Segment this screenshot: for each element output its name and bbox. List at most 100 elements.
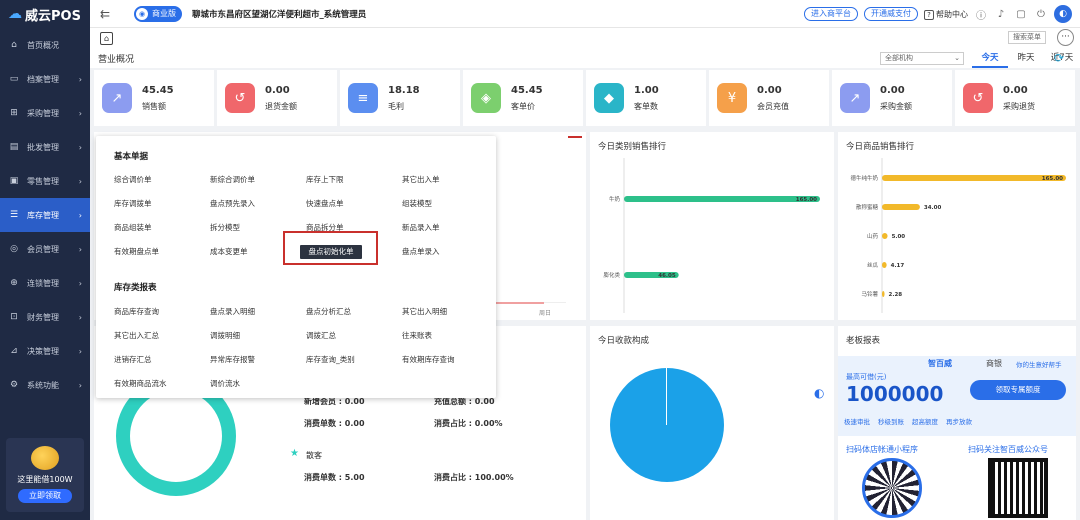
layers-icon: ◆ [594,83,624,113]
submenu-item[interactable]: 有效期盘点单 [114,246,159,257]
home-tab-icon[interactable]: ⌂ [100,31,113,45]
submenu-item[interactable]: 其它出入单 [402,174,440,185]
building-icon: ▤ [9,142,19,152]
sidebar-item-7[interactable]: ⊕ 连锁管理 › [0,266,90,300]
sidebar-item-9[interactable]: ⊿ 决策管理 › [0,334,90,368]
open-pay-button[interactable]: 开通威支付 [864,7,918,21]
qr-label-official: 扫码关注智百威公众号 [968,445,1048,454]
sidebar-item-10[interactable]: ⚙ 系统功能 › [0,368,90,402]
overview-bar: 营业概况 全部机构⌄ 今天昨天近7天本月 ⟳ [90,48,1080,68]
range-tab-1[interactable]: 昨天 [1008,48,1044,68]
submenu-item[interactable]: 其它出入汇总 [114,330,159,341]
loan-promo[interactable]: 这里能借100W 立即领取 [6,438,84,512]
sidebar-item-label: 决策管理 [27,346,59,356]
stat-value: 18.18 [388,84,420,96]
org-select[interactable]: 全部机构 ⌄ [880,52,964,65]
sidebar-item-8[interactable]: ⊡ 财务管理 › [0,300,90,334]
submenu-item[interactable]: 库存上下限 [306,174,344,185]
credit-amount: 1000000 [846,382,944,406]
bar [882,262,887,268]
loan-ad-banner[interactable]: 智百威 商银 你的生意好帮手 最高可借(元) 1000000 领取专属额度 极速… [838,356,1076,436]
submenu-item[interactable]: 进销存汇总 [114,354,152,365]
submenu-item[interactable]: 盘点单录入 [402,246,440,257]
bell-icon[interactable]: ♪ [994,9,1008,20]
submenu-item[interactable]: 其它出入明细 [402,306,447,317]
stat-label: 采购金额 [880,101,912,111]
submenu-item[interactable]: 有效期库存查询 [402,354,455,365]
submenu-item[interactable]: 成本变更单 [210,246,248,257]
sidebar-item-4[interactable]: ▣ 零售管理 › [0,164,90,198]
stat-label: 毛利 [388,101,404,111]
submenu-item[interactable]: 盘点分析汇总 [306,306,351,317]
sidebar-item-6[interactable]: ◎ 会员管理 › [0,232,90,266]
avatar[interactable]: ◐ [1054,5,1072,23]
sidebar-item-2[interactable]: ⊞ 采购管理 › [0,96,90,130]
income-pie [610,368,724,482]
sidebar-item-3[interactable]: ▤ 批发管理 › [0,130,90,164]
submenu-item[interactable]: 库存调拨单 [114,198,152,209]
category-label: 马铃薯 [861,290,878,298]
edition-badge[interactable]: ◉ 商业版 [134,5,182,22]
lock-icon[interactable]: ▢ [1014,9,1028,20]
promo-button[interactable]: 立即领取 [18,489,72,503]
sidebar-item-0[interactable]: ⌂ 首页概况 [0,28,90,62]
sidebar-item-5[interactable]: ☰ 库存管理 › [0,198,90,232]
power-icon[interactable]: ⏻ [1034,9,1048,20]
refresh-icon[interactable]: ⟳ [1054,51,1064,65]
sidebar-item-label: 首页概况 [27,40,59,50]
submenu-item[interactable]: 新综合调价单 [210,174,255,185]
bar [882,175,1066,181]
sidebar-item-1[interactable]: ▭ 档案管理 › [0,62,90,96]
claim-credit-button[interactable]: 领取专属额度 [970,380,1066,400]
submenu-item[interactable]: 组装模型 [402,198,432,209]
submenu-item[interactable]: 商品组装单 [114,222,152,233]
member-consume-ratio: 消费占比 : 0.00% [434,419,503,428]
stat-card: ◈ 45.45 客单价 [463,70,583,126]
inventory-submenu-popup: 基本单据 库存类报表 综合调价单 新综合调价单 库存上下限 其它出入单 库存调拨单 盘点预… [96,136,496,398]
submenu-item[interactable]: 异常库存报警 [210,354,255,365]
search-menu-input[interactable]: 搜索菜单 [1008,31,1046,44]
edition-label: 商业版 [152,9,176,18]
inventory-reports-heading: 库存类报表 [114,283,157,293]
submenu-item[interactable]: 调拨汇总 [306,330,336,341]
submenu-item[interactable]: 调价流水 [210,378,240,389]
data-label: 34.00 [924,205,942,211]
tab-bar: ⌂ 搜索菜单 ··· [90,28,1080,48]
guest-label: 散客 [306,451,322,460]
category-rank-panel: 今日类别销售排行 牛奶 165.00 膨化类 46.05 [590,132,834,320]
chevron-right-icon: › [78,108,82,118]
perk-item: 秒级到账 [878,418,904,426]
sidebar-item-label: 档案管理 [27,74,59,84]
stat-card: ◆ 1.00 客单数 [586,70,706,126]
submenu-item[interactable]: 有效期商品流水 [114,378,167,389]
submenu-item[interactable]: 盘点预先录入 [210,198,255,209]
sales-icon: ↗ [102,83,132,113]
stat-value: 0.00 [265,84,290,96]
info-icon[interactable]: ⓘ [974,7,988,22]
enter-merchant-button[interactable]: 进入商平台 [804,7,858,21]
submenu-item[interactable]: 往来账表 [402,330,432,341]
submenu-item[interactable]: 调拨明细 [210,330,240,341]
submenu-item[interactable]: 库存查询_类别 [306,354,355,365]
range-tab-0[interactable]: 今天 [972,48,1008,68]
stat-card: ↗ 45.45 销售额 [94,70,214,126]
help-center-link[interactable]: ? 帮助中心 [924,9,968,20]
submenu-item[interactable]: 综合调价单 [114,174,152,185]
org-select-value: 全部机构 [885,54,913,62]
shop-icon: ◉ [136,7,148,20]
menu-collapse-icon[interactable]: ⇇ [100,7,120,21]
chevron-right-icon: › [78,312,82,322]
stat-card: ≡ 18.18 毛利 [340,70,460,126]
x-tick-label: 周日 [539,310,552,317]
sidebar-item-label: 批发管理 [27,142,59,152]
submenu-item[interactable]: 新品录入单 [402,222,440,233]
ad-brand: 智百威 [928,359,952,368]
sidebar-item-label: 系统功能 [27,380,59,390]
app-logo[interactable]: ☁ 威云POS [0,0,90,28]
submenu-item[interactable]: 快速盘点单 [306,198,344,209]
submenu-item[interactable]: 拆分模型 [210,222,240,233]
miniprogram-qr-code [862,458,922,518]
more-button[interactable]: ··· [1057,29,1074,46]
submenu-item[interactable]: 盘点录入明细 [210,306,255,317]
submenu-item[interactable]: 商品库存查询 [114,306,159,317]
